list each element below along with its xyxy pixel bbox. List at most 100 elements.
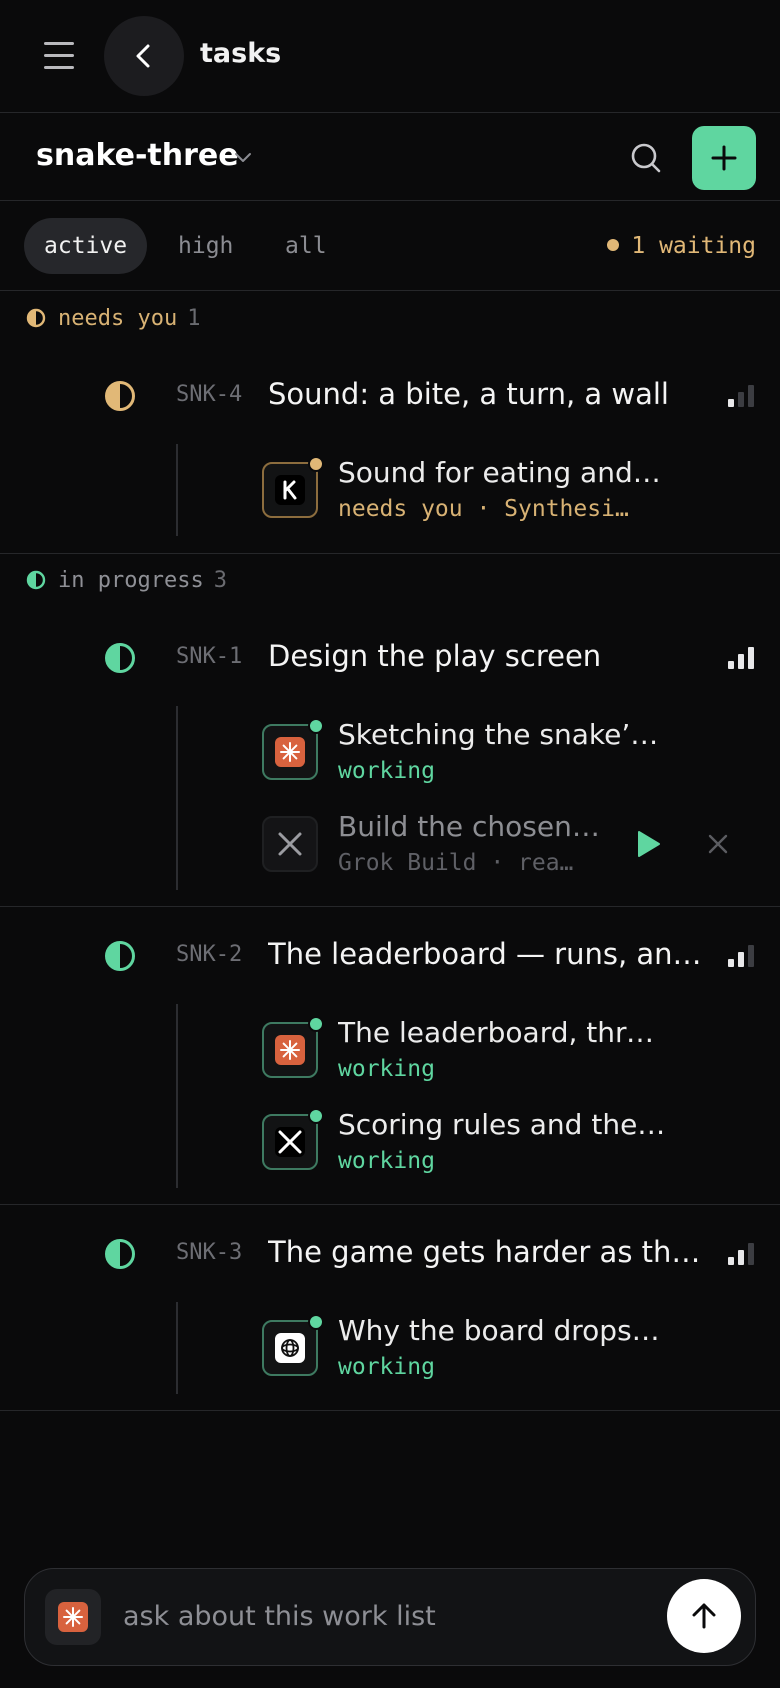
project-row: snake-three [0, 114, 780, 201]
status-dot-icon [308, 456, 324, 472]
agent-avatar [262, 1314, 324, 1376]
run-status: Grok Build · rea… [338, 850, 574, 876]
status-dot-icon [308, 718, 324, 734]
section-header-needs-you: needs you 1 [26, 306, 200, 331]
chevron-left-icon [136, 44, 150, 68]
sparkle-icon [58, 1602, 88, 1632]
status-in-progress-icon [105, 941, 135, 971]
start-run-button[interactable] [627, 824, 667, 864]
divider [0, 1204, 780, 1205]
run-title: Scoring rules and the… [338, 1108, 666, 1141]
run-status: needs you · Synthesi… [338, 496, 629, 522]
run-title: Sound for eating and… [338, 456, 661, 489]
menu-icon[interactable] [40, 38, 80, 72]
arrow-up-icon [692, 1603, 716, 1629]
run-connector [176, 444, 178, 536]
filter-high[interactable]: high [158, 218, 253, 274]
waiting-label: 1 waiting [631, 233, 756, 259]
run-status: working [338, 758, 435, 784]
search-button[interactable] [626, 138, 666, 178]
agent-run[interactable]: The leaderboard, thro… working [262, 1016, 762, 1092]
composer: ask about this work list [24, 1568, 756, 1666]
add-task-button[interactable] [692, 126, 756, 190]
section-count: 1 [187, 306, 201, 331]
priority-medium-icon [728, 945, 756, 967]
agent-run[interactable]: Scoring rules and the… working [262, 1108, 762, 1184]
dismiss-run-button[interactable] [700, 826, 736, 862]
plus-icon [711, 145, 737, 171]
close-icon [708, 834, 728, 854]
agent-avatar [262, 816, 318, 872]
priority-high-icon [728, 647, 756, 669]
back-button[interactable] [104, 16, 184, 96]
page-title: tasks [200, 38, 282, 69]
task-title: The leaderboard — runs, an… [268, 937, 702, 971]
agent-avatar [262, 456, 324, 518]
half-circle-icon [26, 308, 46, 328]
sparkle-icon [275, 1035, 305, 1065]
agent-avatar [262, 1108, 324, 1170]
run-status: working [338, 1148, 435, 1174]
run-title: Build the chosen… [338, 810, 600, 843]
waiting-indicator[interactable]: 1 waiting [607, 218, 756, 274]
k-icon [275, 475, 305, 505]
filter-row: active high all 1 waiting [0, 202, 780, 291]
x-logo-icon [275, 829, 305, 859]
section-count: 3 [213, 568, 227, 593]
agent-avatar [262, 718, 324, 780]
status-dot-icon [308, 1314, 324, 1330]
task-id: SNK-1 [176, 644, 243, 669]
chevron-down-icon[interactable] [232, 146, 254, 168]
priority-low-icon [728, 385, 756, 407]
status-in-progress-icon [105, 1239, 135, 1269]
composer-agent-avatar[interactable] [45, 1589, 101, 1645]
section-header-in-progress: in progress 3 [26, 568, 227, 593]
priority-medium-icon [728, 1243, 756, 1265]
status-dot-icon [308, 1016, 324, 1032]
section-label: in progress [58, 568, 204, 593]
task-title: Sound: a bite, a turn, a wall [268, 377, 669, 411]
waiting-dot-icon [607, 239, 620, 251]
status-dot-icon [308, 1108, 324, 1124]
task-title: The game gets harder as th… [268, 1235, 701, 1269]
status-needs-you-icon [105, 381, 135, 411]
x-logo-icon [275, 1127, 305, 1157]
agent-run[interactable]: Sketching the snake’… working [262, 718, 762, 794]
top-bar: tasks [0, 0, 780, 113]
run-status: working [338, 1056, 435, 1082]
agent-run[interactable]: Why the board drops… working [262, 1314, 762, 1390]
divider [0, 553, 780, 554]
send-button[interactable] [667, 1579, 741, 1653]
section-label: needs you [58, 306, 178, 331]
agent-run-ready[interactable]: Build the chosen… Grok Build · rea… [262, 810, 762, 886]
task-title: Design the play screen [268, 639, 602, 673]
run-title: Sketching the snake’… [338, 718, 659, 751]
task-row[interactable]: SNK-3 The game gets harder as th… [0, 1224, 780, 1284]
run-title: Why the board drops… [338, 1314, 660, 1347]
composer-input[interactable]: ask about this work list [123, 1601, 436, 1632]
task-id: SNK-4 [176, 382, 243, 407]
filter-active[interactable]: active [24, 218, 148, 274]
half-circle-icon [26, 570, 46, 590]
task-row[interactable]: SNK-4 Sound: a bite, a turn, a wall [0, 366, 780, 426]
divider [0, 1410, 780, 1411]
filter-all[interactable]: all [265, 218, 347, 274]
search-icon [631, 143, 661, 173]
status-in-progress-icon [105, 643, 135, 673]
task-id: SNK-2 [176, 942, 243, 967]
agent-run[interactable]: Sound for eating and… needs you · Synthe… [262, 456, 762, 532]
knot-icon [275, 1333, 305, 1363]
project-name[interactable]: snake-three [36, 138, 239, 173]
run-connector [176, 1004, 178, 1188]
divider [0, 906, 780, 907]
task-id: SNK-3 [176, 1240, 243, 1265]
run-status: working [338, 1354, 435, 1380]
task-row[interactable]: SNK-2 The leaderboard — runs, an… [0, 926, 780, 986]
run-title: The leaderboard, thro… [338, 1016, 668, 1049]
run-connector [176, 1302, 178, 1394]
run-connector [176, 706, 178, 890]
play-icon [638, 831, 660, 857]
agent-avatar [262, 1016, 324, 1078]
sparkle-icon [275, 737, 305, 767]
task-row[interactable]: SNK-1 Design the play screen [0, 628, 780, 688]
